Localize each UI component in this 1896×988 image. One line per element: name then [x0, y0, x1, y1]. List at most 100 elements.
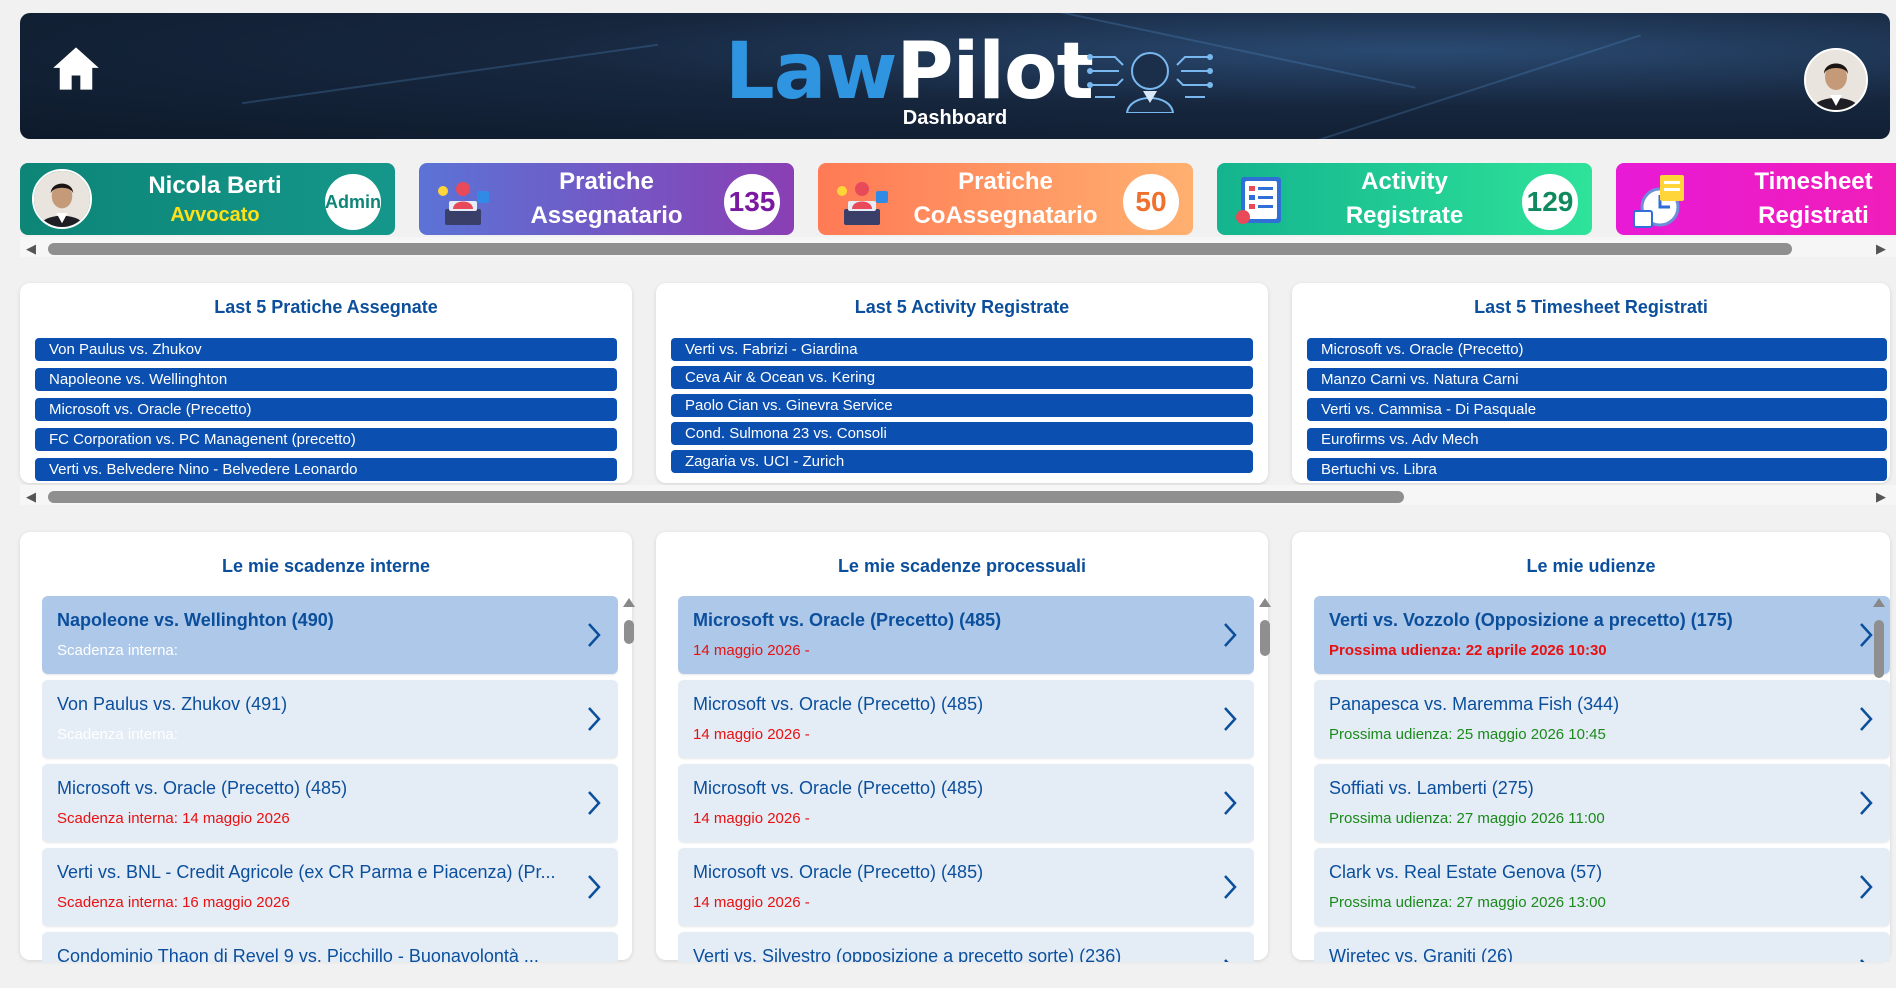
scrollbar-thumb[interactable] — [1874, 620, 1884, 678]
card-title-line2: Assegnatario — [530, 202, 683, 229]
chevron-right-icon — [1224, 623, 1237, 647]
count-badge: 129 — [1522, 174, 1578, 230]
chevron-right-icon — [588, 707, 601, 731]
vertical-scrollbar[interactable] — [1258, 596, 1272, 962]
logo-law-text: Law — [725, 27, 897, 117]
card-title-line1: Pratiche — [958, 168, 1053, 195]
panels-horizontal-scrollbar[interactable]: ◀ ▶ — [20, 485, 1896, 505]
list-item[interactable]: Manzo Carni vs. Natura Carni — [1307, 368, 1887, 391]
item-title: Verti vs. BNL - Credit Agricole (ex CR P… — [57, 862, 556, 882]
scroll-left-arrow-icon[interactable]: ◀ — [26, 241, 36, 257]
last5-pratiche-panel: Last 5 Pratiche Assegnate Von Paulus vs.… — [20, 283, 632, 483]
list-item[interactable]: Verti vs. Cammisa - Di Pasquale — [1307, 398, 1887, 421]
chevron-right-icon — [588, 875, 601, 899]
list-item[interactable]: Verti vs. Fabrizi - Giardina — [671, 338, 1253, 361]
vertical-scrollbar[interactable] — [622, 596, 636, 962]
card-title-line1: Activity — [1361, 168, 1448, 195]
list-item[interactable]: Microsoft vs. Oracle (Precetto) (485) 14 … — [678, 596, 1254, 674]
list-item[interactable]: Microsoft vs. Oracle (Precetto) (485) 14 … — [678, 680, 1254, 758]
list-item[interactable]: Von Paulus vs. Zhukov — [35, 338, 617, 361]
scrollbar-thumb[interactable] — [624, 620, 634, 644]
item-subtitle: Scadenza interna: — [57, 642, 178, 659]
item-title: Verti vs. Silvestro (opposizione a prece… — [693, 946, 1122, 962]
card-title-line1: Timesheet — [1754, 168, 1873, 195]
list-item[interactable]: Bertuchi vs. Libra — [1307, 458, 1887, 481]
activity-registrate-card[interactable]: Activity Registrate 129 — [1217, 163, 1592, 235]
list-item[interactable]: Verti vs. Belvedere Nino - Belvedere Leo… — [35, 458, 617, 481]
list-item[interactable]: Microsoft vs. Oracle (Precetto) — [1307, 338, 1887, 361]
user-avatar[interactable] — [1804, 48, 1868, 112]
list-item[interactable]: Verti vs. BNL - Credit Agricole (ex CR P… — [42, 848, 618, 926]
list-item[interactable]: Verti vs. Vozzolo (Opposizione a precett… — [1314, 596, 1890, 674]
count-badge: 135 — [724, 174, 780, 230]
list-item[interactable]: Panapesca vs. Maremma Fish (344) Prossima… — [1314, 680, 1890, 758]
panel-title: Le mie scadenze processuali — [837, 556, 1087, 576]
list-item[interactable]: Microsoft vs. Oracle (Precetto) (485) 14 … — [678, 848, 1254, 926]
list-item[interactable]: Von Paulus vs. Zhukov (491) Scadenza inte… — [42, 680, 618, 758]
home-icon[interactable] — [50, 43, 110, 103]
scroll-left-arrow-icon[interactable]: ◀ — [26, 489, 36, 505]
timesheet-registrati-card[interactable]: Timesheet Registrati — [1616, 163, 1896, 235]
item-title: Soffiati vs. Lamberti (275) — [1329, 778, 1534, 798]
udienze-list: Verti vs. Vozzolo (Opposizione a precett… — [1314, 596, 1890, 962]
list-item[interactable]: Cond. Sulmona 23 vs. Consoli — [671, 422, 1253, 445]
card-title-line2: CoAssegnatario — [913, 202, 1098, 229]
timesheet-calendar-icon — [1633, 175, 1684, 228]
chevron-right-icon — [1224, 791, 1237, 815]
last5-timesheet-panel: Last 5 Timesheet Registrati Microsoft vs… — [1292, 283, 1890, 483]
panel-title: Last 5 Timesheet Registrati — [1474, 297, 1708, 317]
item-subtitle: 14 maggio 2026 - — [693, 894, 810, 911]
item-title: Microsoft vs. Oracle (Precetto) (485) — [693, 694, 984, 714]
panel-title: Le mie scadenze interne — [221, 556, 431, 576]
list-item[interactable]: Zagaria vs. UCI - Zurich — [671, 450, 1253, 473]
scroll-up-arrow-icon[interactable] — [623, 598, 635, 607]
activity-list-icon — [1236, 177, 1281, 224]
user-card[interactable]: Nicola Berti Avvocato Admin — [20, 163, 395, 235]
card-title-line2: Registrati — [1758, 202, 1869, 229]
item-title: Von Paulus vs. Zhukov (491) — [57, 694, 288, 714]
scroll-up-arrow-icon[interactable] — [1873, 598, 1885, 607]
card-title-line1: Pratiche — [559, 168, 654, 195]
list-item[interactable]: Napoleone vs. Wellinghton — [35, 368, 617, 391]
list-item[interactable]: FC Corporation vs. PC Managenent (precet… — [35, 428, 617, 451]
item-subtitle: 14 maggio 2026 - — [693, 726, 810, 743]
list-item[interactable]: Microsoft vs. Oracle (Precetto) (485) 14 … — [678, 764, 1254, 842]
list-item[interactable]: Clark vs. Real Estate Genova (57) Prossim… — [1314, 848, 1890, 926]
scroll-right-arrow-icon[interactable]: ▶ — [1876, 241, 1886, 257]
scadenze-interne-list: Napoleone vs. Wellinghton (490) Scadenza … — [42, 596, 618, 962]
scadenze-processuali-panel: Le mie scadenze processuali Microsoft vs… — [656, 532, 1271, 962]
list-item[interactable]: Eurofirms vs. Adv Mech — [1307, 428, 1887, 451]
pratiche-coassegnatario-card[interactable]: Pratiche CoAssegnatario 50 — [818, 163, 1193, 235]
item-subtitle: 14 maggio 2026 - — [693, 810, 810, 827]
scrollbar-thumb[interactable] — [1260, 620, 1270, 656]
list-item[interactable]: Microsoft vs. Oracle (Precetto) — [35, 398, 617, 421]
item-title: Microsoft vs. Oracle (Precetto) (485) — [693, 862, 984, 882]
list-item[interactable]: Ceva Air & Ocean vs. Kering — [671, 366, 1253, 389]
chevron-right-icon — [1224, 959, 1229, 962]
list-item[interactable]: Microsoft vs. Oracle (Precetto) (485) Sca… — [42, 764, 618, 842]
list-item[interactable]: Napoleone vs. Wellinghton (490) Scadenza … — [42, 596, 618, 674]
chevron-right-icon — [588, 791, 601, 815]
count-badge: 50 — [1123, 174, 1179, 230]
app-header: LawPilot Dashboard — [20, 13, 1890, 139]
card-title-line2: Registrate — [1345, 202, 1464, 229]
item-subtitle: Prossima udienza: 25 maggio 2026 10:45 — [1329, 726, 1606, 743]
item-title: Condominio Thaon di Revel 9 vs. Picchill… — [57, 946, 539, 962]
list-item[interactable]: Paolo Cian vs. Ginevra Service — [671, 394, 1253, 417]
scrollbar-thumb[interactable] — [48, 491, 1404, 503]
item-subtitle: Scadenza interna: — [57, 726, 178, 743]
vertical-scrollbar[interactable] — [1872, 596, 1886, 962]
scroll-right-arrow-icon[interactable]: ▶ — [1876, 489, 1886, 505]
list-item[interactable]: Soffiati vs. Lamberti (275) Prossima udie… — [1314, 764, 1890, 842]
item-title: Napoleone vs. Wellinghton (490) — [57, 610, 334, 630]
logo-pilot-text: Pilot — [896, 27, 1094, 117]
list-item[interactable]: Condominio Thaon di Revel 9 vs. Picchill… — [42, 932, 618, 962]
page-title: Dashboard — [902, 107, 1008, 129]
item-subtitle: Scadenza interna: 16 maggio 2026 — [57, 894, 290, 911]
pratiche-assegnatario-card[interactable]: Pratiche Assegnatario 135 — [419, 163, 794, 235]
scroll-up-arrow-icon[interactable] — [1259, 598, 1271, 607]
cards-horizontal-scrollbar[interactable]: ◀ ▶ — [20, 237, 1896, 257]
scrollbar-thumb[interactable] — [48, 243, 1792, 255]
list-item[interactable]: Verti vs. Silvestro (opposizione a prece… — [678, 932, 1254, 962]
list-item[interactable]: Wiretec vs. Graniti (26) — [1314, 932, 1890, 962]
